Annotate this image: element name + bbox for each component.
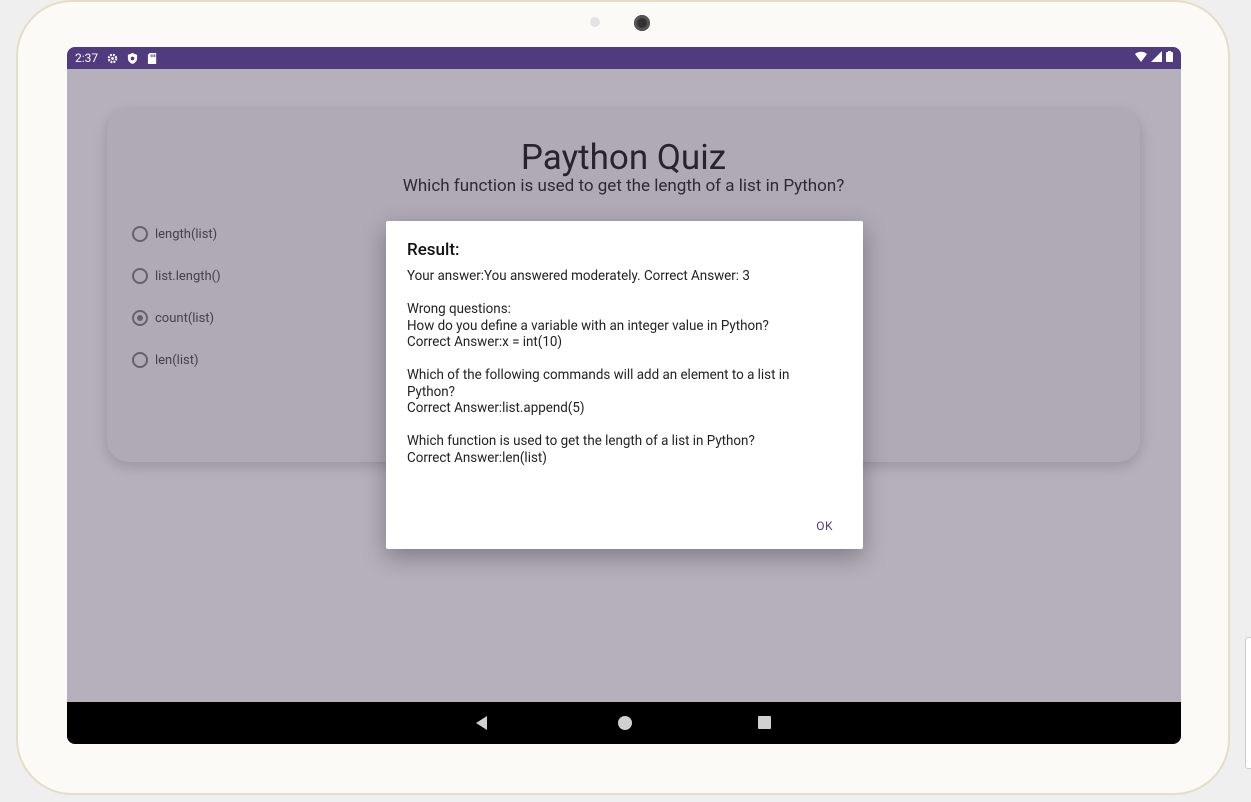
wrong-answer: Correct Answer:list.append(5) (407, 401, 585, 416)
wrong-header: Wrong questions: (407, 302, 511, 317)
wrong-question: How do you define a variable with an int… (407, 318, 769, 334)
side-panel-handle[interactable] (1245, 637, 1251, 769)
navigation-bar (67, 702, 1181, 744)
result-dialog: Result: Your answer:You answered moderat… (386, 221, 863, 549)
wrong-question: Which function is used to get the length… (407, 434, 755, 449)
camera-icon (634, 15, 650, 31)
device-screen: 2:37 Paython Quiz Which function is used… (67, 47, 1181, 744)
status-bar: 2:37 (67, 47, 1181, 69)
dialog-message: Your answer:You answered moderately. Cor… (407, 269, 837, 467)
gear-icon (107, 53, 118, 63)
status-right (1135, 51, 1173, 62)
wifi-icon (1135, 51, 1147, 62)
home-icon[interactable] (618, 716, 632, 730)
sd-card-icon (148, 52, 157, 64)
battery-icon (1166, 51, 1173, 62)
signal-icon (1151, 51, 1162, 62)
sensor-dot (590, 17, 600, 27)
wrong-answer: Correct Answer:len(list) (407, 450, 547, 466)
shield-icon (128, 52, 138, 64)
ok-button[interactable]: OK (816, 519, 833, 533)
result-summary: Your answer:You answered moderately. Cor… (407, 269, 750, 284)
back-icon[interactable] (476, 716, 487, 730)
wrong-answer: Correct Answer:x = int(10) (407, 335, 563, 350)
wrong-question: Which of the following commands will add… (407, 368, 790, 400)
dialog-title: Result: (407, 240, 460, 260)
recents-icon[interactable] (758, 716, 771, 729)
status-time: 2:37 (75, 51, 99, 65)
